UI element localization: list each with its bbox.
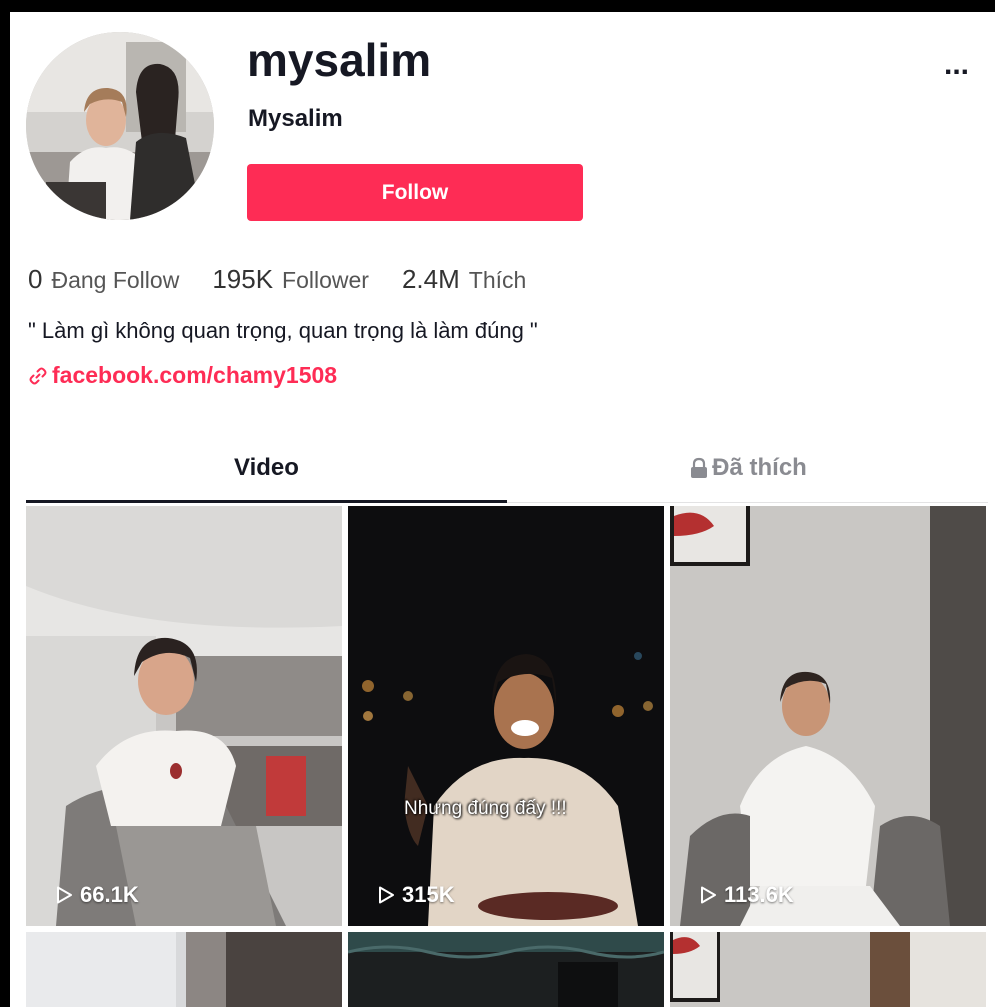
video-card[interactable] [670,932,986,1007]
video-card[interactable] [348,932,664,1007]
bio-text: " Làm gì không quan trọng, quan trọng là… [28,318,538,343]
follow-button[interactable]: Follow [247,164,583,221]
video-thumbnail [26,506,342,926]
avatar-image [26,32,214,220]
play-icon [57,886,72,904]
video-caption: Nhưng đúng đấy !!! [404,798,567,819]
profile-page: mysalim Mysalim ... Follow 0 Đang Follow… [10,12,995,1007]
profile-tabs: Video Đã thích [26,444,988,503]
followers-stat[interactable]: 195K Follower [212,264,369,295]
view-count-text: 315K [402,882,455,907]
followers-count: 195K [212,264,274,294]
nickname: Mysalim [248,105,343,132]
likes-stat: 2.4M Thích [402,264,526,295]
following-count: 0 [28,264,43,294]
following-stat[interactable]: 0 Đang Follow [28,264,179,295]
tab-liked-label: Đã thích [712,454,807,481]
likes-label: Thích [468,267,527,293]
view-count: 66.1K [54,882,139,908]
username: mysalim [247,34,432,86]
following-label: Đang Follow [51,267,180,293]
avatar[interactable] [26,32,214,220]
video-thumbnail [670,932,986,1007]
view-count: 315K [376,882,455,908]
view-count: 113.6K [698,882,794,908]
more-options-icon[interactable]: ... [944,50,969,80]
tab-video-label: Video [234,454,299,481]
bio-link-text: facebook.com/chamy1508 [52,362,338,388]
video-card[interactable] [26,932,342,1007]
video-thumbnail [670,506,986,926]
profile-stats: 0 Đang Follow 195K Follower 2.4M Thích [28,264,559,295]
followers-label: Follower [282,267,369,293]
play-icon [379,886,394,904]
video-thumbnail [348,932,664,1007]
likes-count: 2.4M [401,264,460,294]
play-icon [701,886,716,904]
bio-link[interactable]: facebook.com/chamy1508 [28,362,337,389]
tab-liked[interactable]: Đã thích [507,444,988,502]
video-thumbnail [26,932,342,1007]
lock-icon [691,457,708,478]
tab-video[interactable]: Video [26,444,507,503]
video-thumbnail [348,506,664,926]
video-card[interactable]: 66.1K [26,506,342,926]
video-card[interactable]: 113.6K [670,506,986,926]
video-card[interactable]: Nhưng đúng đấy !!! 315K [348,506,664,926]
view-count-text: 66.1K [80,882,139,907]
view-count-text: 113.6K [724,882,794,907]
link-icon [29,367,47,384]
